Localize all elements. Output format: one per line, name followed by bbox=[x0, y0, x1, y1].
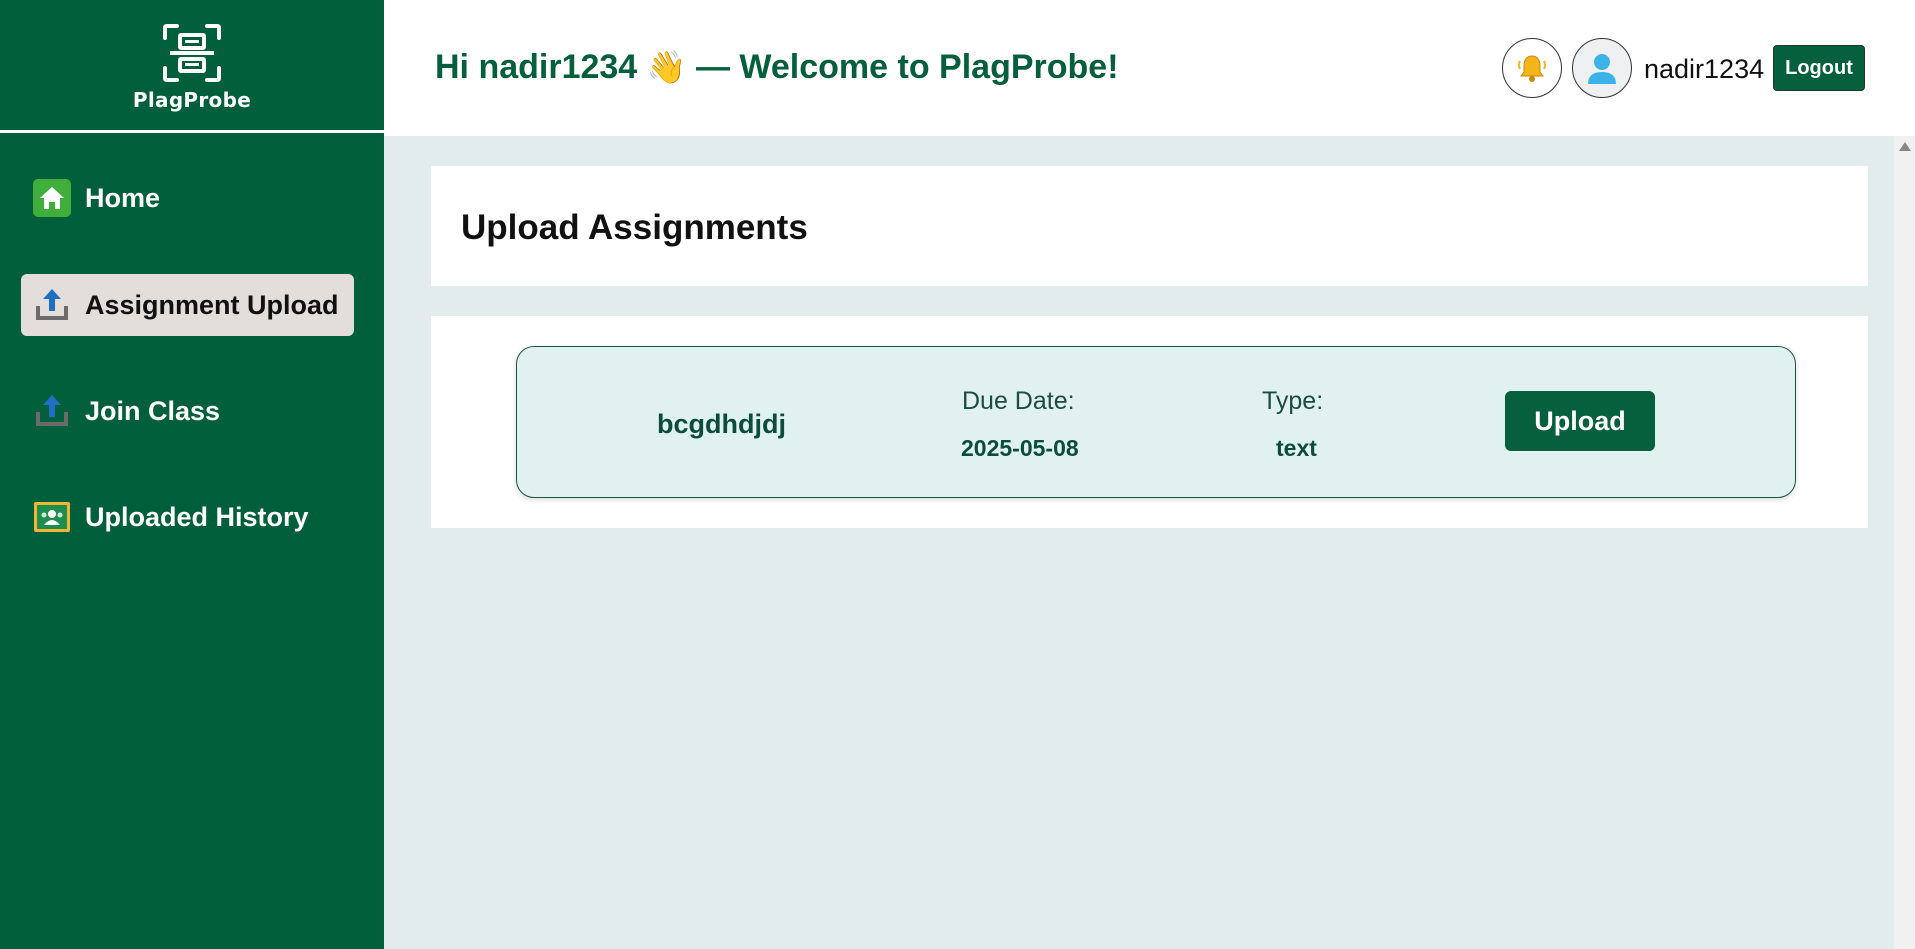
user-avatar-button[interactable] bbox=[1572, 38, 1632, 98]
main-content: Upload Assignments bcgdhdjdj Due Date: 2… bbox=[384, 136, 1894, 949]
upload-tray-icon bbox=[36, 395, 68, 426]
username-label: nadir1234 bbox=[1644, 54, 1765, 84]
home-icon bbox=[33, 179, 71, 217]
upload-tray-icon bbox=[36, 289, 68, 320]
upload-button[interactable]: Upload bbox=[1505, 391, 1655, 451]
sidebar-item-label: Uploaded History bbox=[85, 501, 309, 532]
greeting-suffix: — Welcome to PlagProbe! bbox=[695, 48, 1119, 86]
type-label: Type: bbox=[1262, 387, 1324, 415]
page-title-card: Upload Assignments bbox=[431, 166, 1868, 286]
sidebar-item-label: Join Class bbox=[85, 395, 221, 426]
notifications-button[interactable] bbox=[1502, 38, 1562, 98]
sidebar-item-label: Assignment Upload bbox=[85, 289, 339, 320]
sidebar-item-join-class[interactable]: Join Class bbox=[21, 380, 354, 442]
top-bar: Hi nadir1234 👋 — Welcome to PlagProbe! n… bbox=[384, 0, 1915, 136]
classroom-board-icon bbox=[34, 502, 70, 532]
assignment-list: bcgdhdjdj Due Date: 2025-05-08 Type: tex… bbox=[431, 316, 1868, 528]
vertical-scrollbar[interactable] bbox=[1894, 136, 1915, 949]
assignment-name: bcgdhdjdj bbox=[657, 409, 786, 439]
brand-name: PlagProbe bbox=[132, 88, 252, 112]
user-avatar-icon bbox=[1588, 54, 1616, 84]
sidebar-item-uploaded-history[interactable]: Uploaded History bbox=[21, 486, 354, 548]
waving-hand-icon: 👋 bbox=[646, 49, 687, 85]
due-date-value: 2025-05-08 bbox=[961, 435, 1079, 461]
bell-icon bbox=[1518, 55, 1546, 82]
page-title: Upload Assignments bbox=[461, 208, 808, 247]
greeting-prefix: Hi nadir1234 bbox=[435, 48, 638, 86]
assignment-row: bcgdhdjdj Due Date: 2025-05-08 Type: tex… bbox=[516, 346, 1796, 498]
sidebar-item-label: Home bbox=[85, 182, 161, 213]
sidebar: PlagProbe Home Assignment Upload Join Cl… bbox=[0, 0, 384, 949]
welcome-message: Hi nadir1234 👋 — Welcome to PlagProbe! bbox=[435, 48, 1119, 87]
type-value: text bbox=[1276, 435, 1317, 461]
sidebar-item-home[interactable]: Home bbox=[21, 167, 354, 229]
scroll-up-arrow-icon[interactable] bbox=[1899, 142, 1911, 151]
brand-logo[interactable]: PlagProbe bbox=[0, 0, 384, 133]
due-date-label: Due Date: bbox=[962, 387, 1075, 415]
sidebar-item-assignment-upload[interactable]: Assignment Upload bbox=[21, 274, 354, 336]
logout-button[interactable]: Logout bbox=[1773, 45, 1865, 91]
scan-document-icon bbox=[163, 24, 221, 82]
